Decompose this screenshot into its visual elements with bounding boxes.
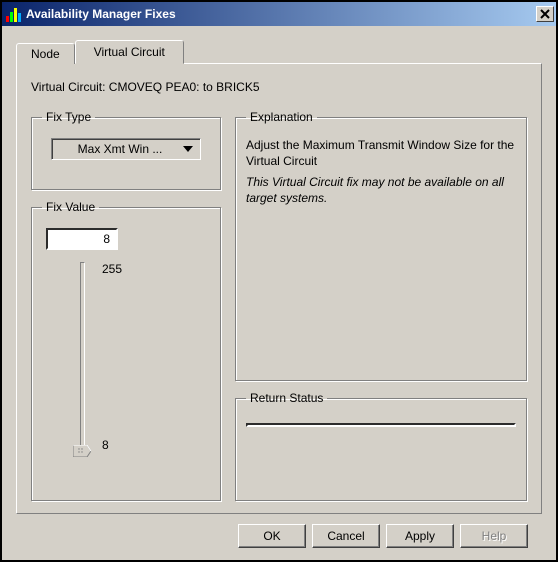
tab-node[interactable]: Node [16, 43, 75, 64]
button-row: OK Cancel Apply Help [16, 514, 542, 552]
fix-type-dropdown[interactable]: Max Xmt Win ... [51, 138, 201, 160]
cancel-button[interactable]: Cancel [312, 524, 380, 548]
explanation-line2: This Virtual Circuit fix may not be avai… [246, 175, 516, 206]
fix-value-input[interactable] [46, 228, 118, 250]
close-button[interactable] [536, 6, 554, 22]
fix-value-group: Fix Value [31, 200, 221, 501]
app-icon [6, 6, 22, 22]
fix-type-legend: Fix Type [42, 110, 95, 124]
slider-thumb-icon[interactable] [73, 445, 91, 457]
close-icon [540, 9, 550, 19]
ok-button[interactable]: OK [238, 524, 306, 548]
tab-panel: Virtual Circuit: CMOVEQ PEA0: to BRICK5 … [16, 63, 542, 514]
virtual-circuit-label: Virtual Circuit: CMOVEQ PEA0: to BRICK5 [31, 80, 527, 94]
apply-button[interactable]: Apply [386, 524, 454, 548]
fix-type-group: Fix Type Max Xmt Win ... [31, 110, 221, 190]
tab-bar: Node Virtual Circuit [16, 40, 542, 64]
help-button: Help [460, 524, 528, 548]
fix-value-legend: Fix Value [42, 200, 99, 214]
return-status-legend: Return Status [246, 391, 327, 405]
explanation-legend: Explanation [246, 110, 317, 124]
window: Availability Manager Fixes Node Virtual … [0, 0, 558, 562]
chevron-down-icon [180, 141, 196, 157]
return-status-box [246, 423, 516, 427]
explanation-group: Explanation Adjust the Maximum Transmit … [235, 110, 527, 381]
content-area: Node Virtual Circuit Virtual Circuit: CM… [2, 26, 556, 560]
slider-max-label: 255 [102, 262, 122, 276]
slider-labels: 255 8 [102, 262, 122, 452]
tab-virtual-circuit[interactable]: Virtual Circuit [75, 40, 184, 64]
return-status-group: Return Status [235, 391, 527, 501]
explanation-line1: Adjust the Maximum Transmit Window Size … [246, 138, 516, 169]
fix-type-selected: Max Xmt Win ... [60, 142, 180, 156]
slider-min-label: 8 [102, 438, 122, 452]
titlebar: Availability Manager Fixes [2, 2, 556, 26]
window-title: Availability Manager Fixes [26, 7, 176, 21]
fix-value-slider[interactable] [72, 262, 92, 452]
